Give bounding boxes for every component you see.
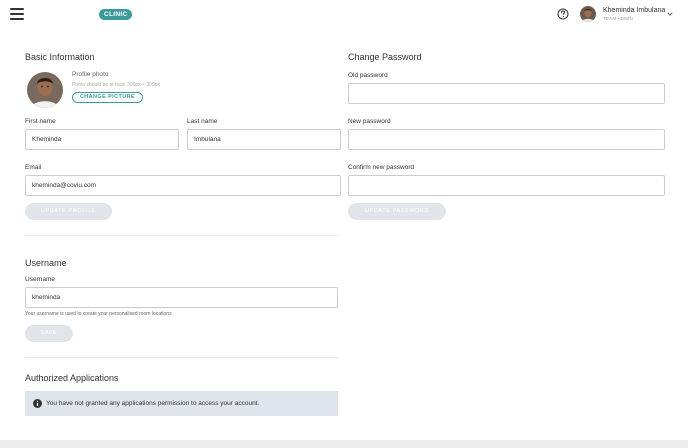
hamburger-menu-icon[interactable] [10, 8, 24, 20]
chevron-down-icon[interactable] [667, 11, 673, 17]
old-password-field[interactable] [348, 83, 665, 104]
save-button[interactable]: SAVE [25, 325, 73, 342]
last-name-label: Last name [187, 118, 218, 125]
confirm-password-field[interactable] [348, 175, 665, 196]
last-name-field[interactable] [187, 129, 341, 150]
clinic-badge[interactable]: CLINIC [99, 9, 133, 20]
profile-photo [27, 72, 63, 108]
top-bar: CLINIC Kheminda Imbulana TEAM ADMIN [0, 0, 688, 30]
authorized-applications-message: You have not granted any applications pe… [46, 400, 260, 407]
first-name-label: First name [25, 118, 56, 125]
profile-photo-label: Profile photo [72, 71, 109, 78]
section-divider [25, 235, 338, 236]
old-password-label: Old password [348, 72, 388, 79]
new-password-field[interactable] [348, 129, 665, 150]
avatar[interactable] [580, 6, 596, 22]
update-profile-button[interactable]: UPDATE PROFILE [25, 203, 112, 220]
profile-photo-hint: Photo should be at least 300px × 300px [72, 82, 160, 88]
question-circle-icon[interactable] [557, 8, 569, 20]
new-password-label: New password [348, 118, 391, 125]
username-hint: Your username is used to create your per… [25, 311, 172, 317]
email-field[interactable] [25, 175, 341, 196]
first-name-field[interactable] [25, 129, 179, 150]
username-field[interactable] [25, 287, 338, 308]
user-name[interactable]: Kheminda Imbulana [603, 7, 665, 14]
basic-information-heading: Basic Information [25, 52, 95, 62]
username-label: Username [25, 276, 55, 283]
authorized-applications-heading: Authorized Applications [25, 373, 119, 383]
update-password-button[interactable]: UPDATE PASSWORD [348, 203, 446, 220]
change-password-heading: Change Password [348, 52, 422, 62]
footer-bar [0, 440, 688, 448]
confirm-password-label: Confirm new password [348, 164, 415, 171]
user-role: TEAM ADMIN [603, 16, 634, 21]
info-circle-icon [33, 399, 42, 408]
change-picture-button[interactable]: CHANGE PICTURE [72, 92, 143, 103]
email-label: Email [25, 164, 42, 171]
username-heading: Username [25, 258, 67, 268]
authorized-applications-notice: You have not granted any applications pe… [25, 391, 338, 416]
section-divider [25, 357, 338, 358]
